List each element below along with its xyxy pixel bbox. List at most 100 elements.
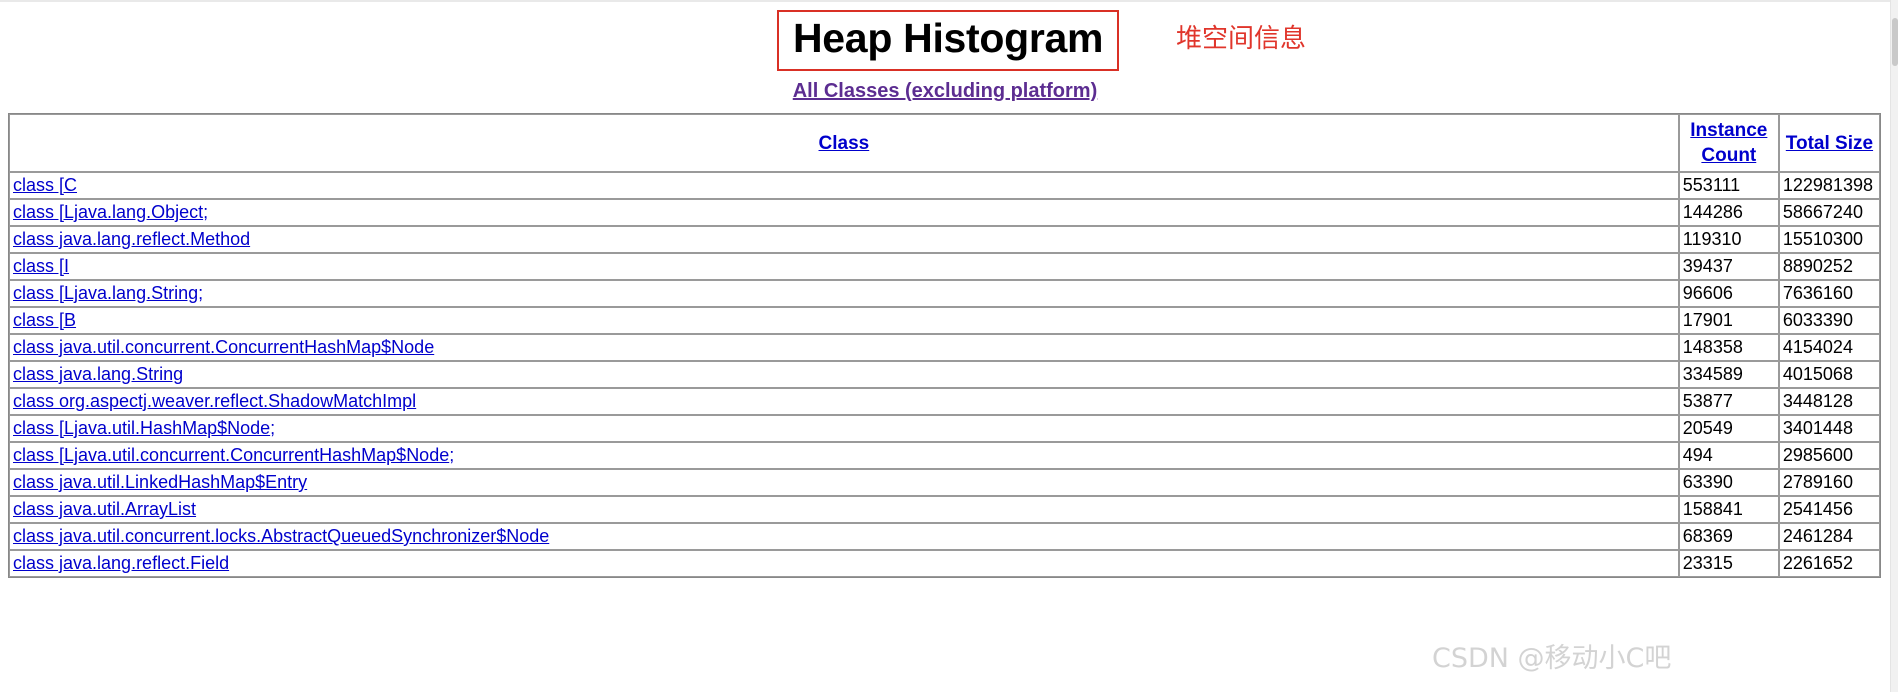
class-link[interactable]: class [Ljava.util.HashMap$Node [13,418,270,438]
table-row: class java.util.concurrent.ConcurrentHas… [9,334,1880,361]
column-header-class[interactable]: Class [9,114,1679,172]
cell-instance-count: 158841 [1678,496,1779,523]
sort-by-total-size-link[interactable]: Total Size [1786,133,1873,154]
cell-instance-count: 119310 [1678,226,1779,253]
cell-class: class java.lang.reflect.Method [9,226,1679,253]
cell-instance-count: 68369 [1678,523,1779,550]
cell-class: class [Ljava.lang.String; [9,280,1679,307]
cell-total-size: 3401448 [1778,415,1880,442]
class-name-suffix: ; [270,418,276,438]
subtitle-row: All Classes (excluding platform) [0,80,1890,110]
class-name-suffix: ; [203,202,209,222]
cell-total-size: 7636160 [1778,280,1880,307]
class-link[interactable]: class [I [13,256,69,276]
cell-class: class java.lang.String [9,361,1679,388]
class-name-suffix: ; [449,445,455,465]
cell-total-size: 58667240 [1778,199,1880,226]
cell-instance-count: 334589 [1678,361,1779,388]
cell-total-size: 15510300 [1778,226,1880,253]
class-link[interactable]: class [Ljava.lang.Object [13,202,203,222]
cell-instance-count: 17901 [1678,307,1779,334]
sort-by-instance-count-link[interactable]: Instance Count [1690,120,1767,166]
cell-class: class java.lang.reflect.Field [9,550,1679,577]
cell-total-size: 3448128 [1778,388,1880,415]
class-link[interactable]: class java.util.LinkedHashMap$Entry [13,472,307,492]
cell-class: class [B [9,307,1679,334]
cell-total-size: 2541456 [1778,496,1880,523]
page-scrollbar[interactable] [1890,0,1898,692]
page-title-box: Heap Histogram [777,10,1120,71]
table-row: class [I 39437 8890252 [9,253,1880,280]
class-link[interactable]: class org.aspectj.weaver.reflect.ShadowM… [13,391,416,411]
table-row: class java.util.ArrayList 158841 2541456 [9,496,1880,523]
cell-class: class java.util.ArrayList [9,496,1679,523]
cell-instance-count: 23315 [1678,550,1779,577]
class-link[interactable]: class java.util.concurrent.locks.Abstrac… [13,526,549,546]
table-row: class [Ljava.lang.Object; 144286 58667240 [9,199,1880,226]
table-row: class java.lang.reflect.Method 119310 1551… [9,226,1880,253]
class-link[interactable]: class [Ljava.util.concurrent.ConcurrentH… [13,445,449,465]
table-row: class [Ljava.util.HashMap$Node; 20549 3401… [9,415,1880,442]
cell-total-size: 2789160 [1778,469,1880,496]
cell-total-size: 4154024 [1778,334,1880,361]
column-header-total-size[interactable]: Total Size [1778,114,1880,172]
cell-instance-count: 39437 [1678,253,1779,280]
class-link[interactable]: class java.util.concurrent.ConcurrentHas… [13,337,434,357]
class-name-suffix: ; [198,283,204,303]
cell-instance-count: 553111 [1678,172,1779,199]
column-header-instance-count[interactable]: Instance Count [1678,114,1779,172]
table-row: class java.lang.String 334589 4015068 [9,361,1880,388]
class-link[interactable]: class java.lang.reflect.Method [13,229,250,249]
cell-total-size: 4015068 [1778,361,1880,388]
table-header: Class Instance Count Total Size [9,114,1880,172]
histogram-table-container: Class Instance Count Total Size class [C… [8,113,1881,578]
all-classes-link[interactable]: All Classes (excluding platform) [793,80,1098,102]
cell-class: class java.util.LinkedHashMap$Entry [9,469,1679,496]
class-link[interactable]: class java.util.ArrayList [13,499,196,519]
table-row: class org.aspectj.weaver.reflect.ShadowM… [9,388,1880,415]
cell-instance-count: 148358 [1678,334,1779,361]
table-row: class java.util.LinkedHashMap$Entry 63390… [9,469,1880,496]
cell-class: class java.util.concurrent.locks.Abstrac… [9,523,1679,550]
heap-histogram-table: Class Instance Count Total Size class [C… [8,113,1881,578]
table-row: class [C 553111 122981398 [9,172,1880,199]
title-annotation: 堆空间信息 [1176,24,1307,54]
cell-class: class [Ljava.util.concurrent.ConcurrentH… [9,442,1679,469]
table-row: class [B 17901 6033390 [9,307,1880,334]
class-link[interactable]: class java.lang.reflect.Field [13,553,229,573]
cell-total-size: 8890252 [1778,253,1880,280]
cell-total-size: 6033390 [1778,307,1880,334]
table-header-row: Class Instance Count Total Size [9,114,1880,172]
cell-total-size: 122981398 [1778,172,1880,199]
cell-class: class [Ljava.lang.Object; [9,199,1679,226]
page-title: Heap Histogram [793,15,1104,61]
cell-class: class java.util.concurrent.ConcurrentHas… [9,334,1679,361]
table-row: class java.lang.reflect.Field 23315 226165… [9,550,1880,577]
table-row: class [Ljava.lang.String; 96606 7636160 [9,280,1880,307]
cell-total-size: 2461284 [1778,523,1880,550]
class-link[interactable]: class [B [13,310,76,330]
cell-instance-count: 20549 [1678,415,1779,442]
cell-class: class [I [9,253,1679,280]
cell-class: class org.aspectj.weaver.reflect.ShadowM… [9,388,1679,415]
sort-by-class-link[interactable]: Class [819,133,870,154]
class-link[interactable]: class [Ljava.lang.String [13,283,198,303]
cell-instance-count: 144286 [1678,199,1779,226]
cell-instance-count: 53877 [1678,388,1779,415]
cell-instance-count: 63390 [1678,469,1779,496]
class-link[interactable]: class [C [13,175,77,195]
cell-class: class [C [9,172,1679,199]
table-row: class java.util.concurrent.locks.Abstrac… [9,523,1880,550]
table-row: class [Ljava.util.concurrent.ConcurrentH… [9,442,1880,469]
cell-total-size: 2985600 [1778,442,1880,469]
cell-total-size: 2261652 [1778,550,1880,577]
table-body: class [C 553111 122981398 class [Ljava.lang… [9,172,1880,577]
scrollbar-thumb[interactable] [1892,18,1898,66]
heap-histogram-page: Heap Histogram 堆空间信息 All Classes (exclud… [0,0,1890,692]
cell-instance-count: 494 [1678,442,1779,469]
class-link[interactable]: class java.lang.String [13,364,183,384]
title-row: Heap Histogram 堆空间信息 [0,4,1890,72]
cell-class: class [Ljava.util.HashMap$Node; [9,415,1679,442]
csdn-watermark: CSDN @移动小C吧 [1432,643,1672,674]
cell-instance-count: 96606 [1678,280,1779,307]
